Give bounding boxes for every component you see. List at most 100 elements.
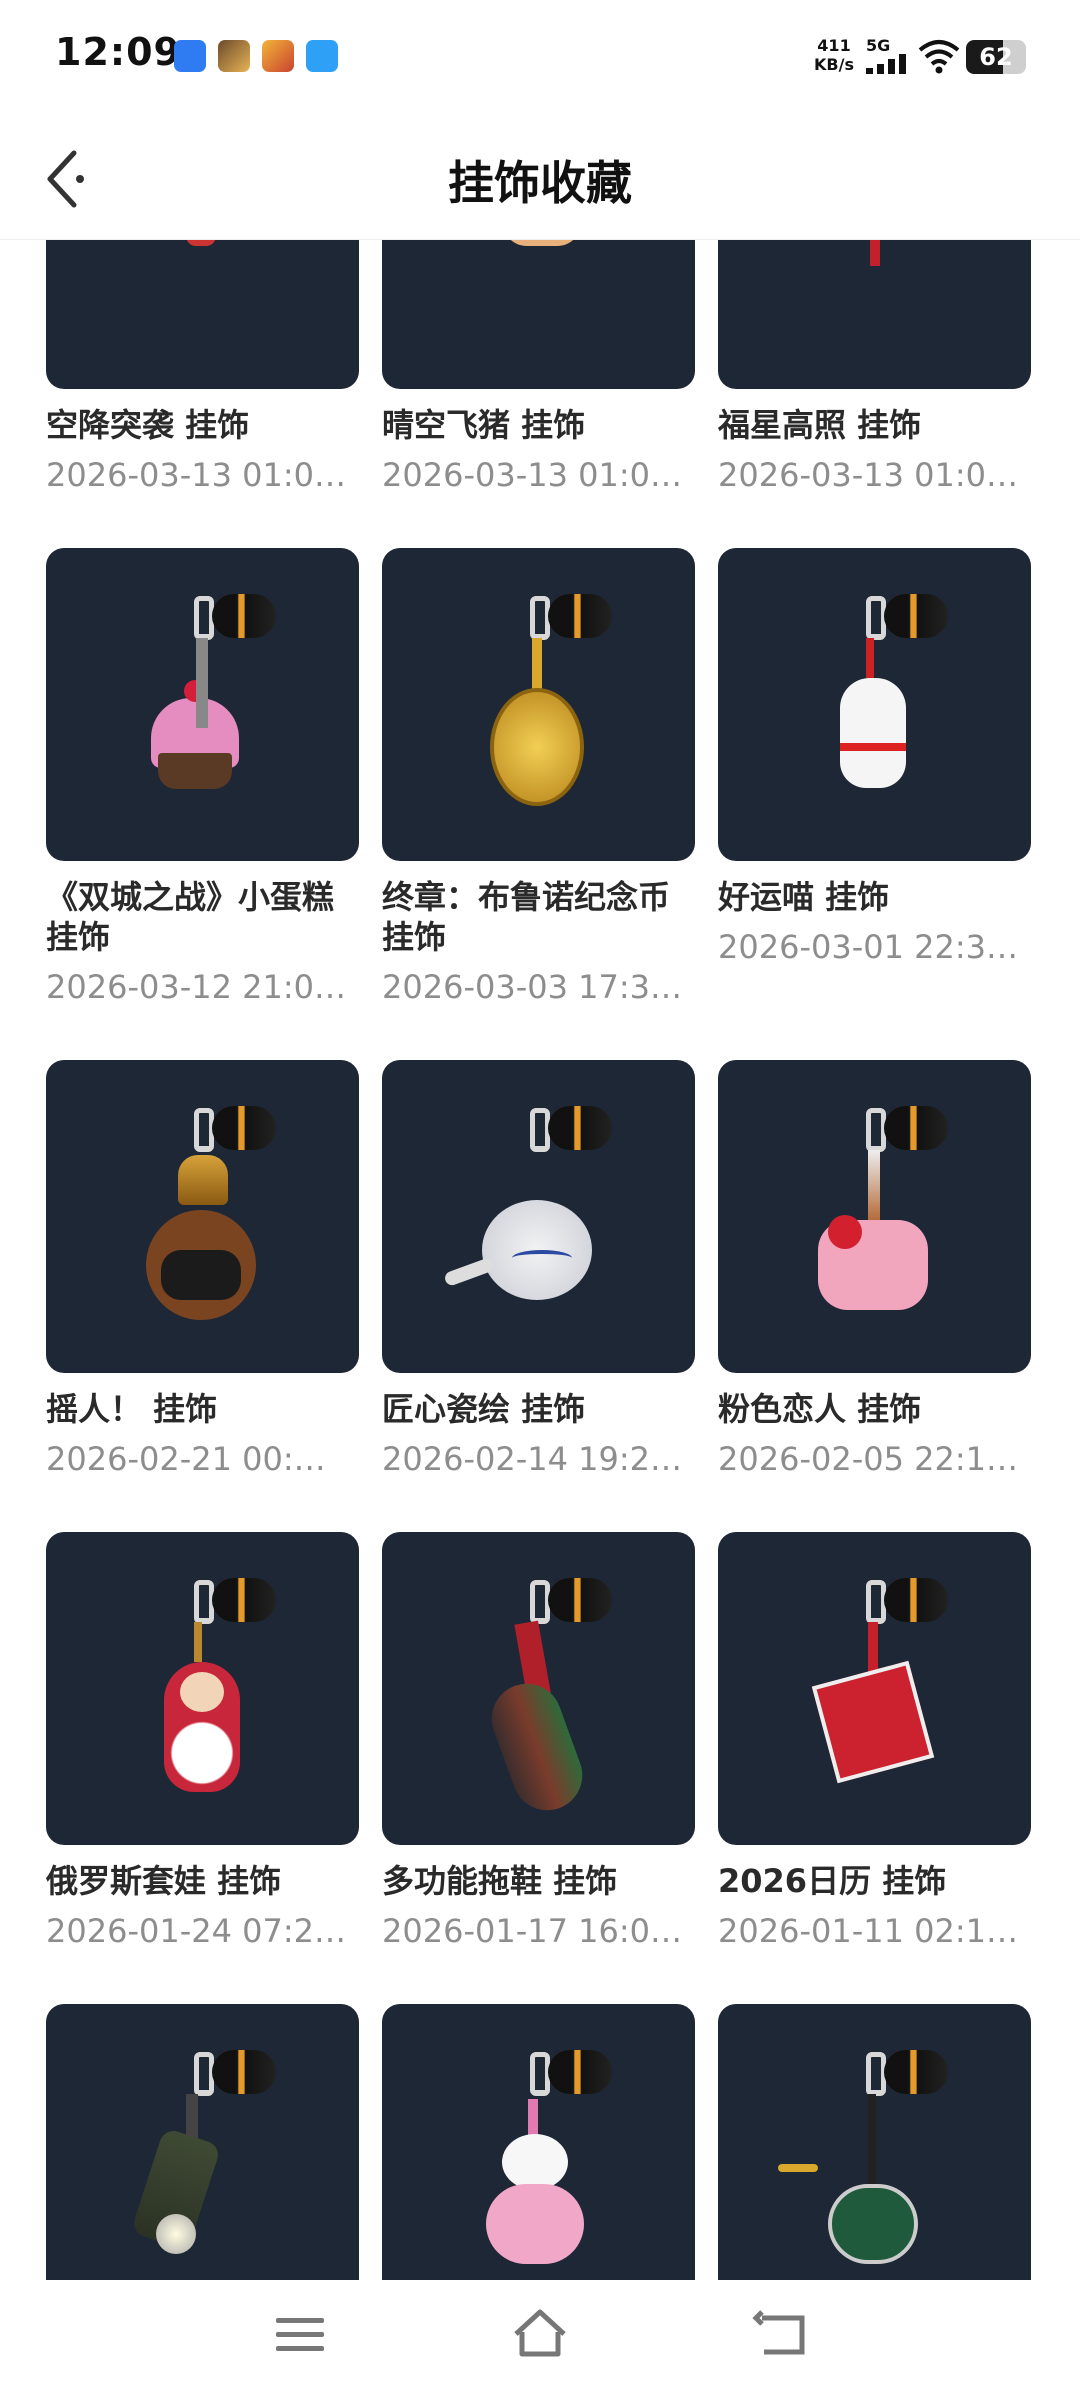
charm-name: 终章：布鲁诺纪念币挂饰: [382, 878, 671, 956]
keyring-clip-icon: [530, 1108, 550, 1152]
screen: 12:09 411 KB/s 5G 62 挂饰收藏 空降突袭 挂饰 2026-0…: [0, 0, 1080, 2400]
charm-thumbnail[interactable]: [382, 1532, 695, 1845]
charm-name: 2026日历 挂饰: [718, 1862, 947, 1900]
charm-thumbnail[interactable]: [382, 2004, 695, 2280]
keyring-clip-icon: [530, 1580, 550, 1624]
charm-card-wrapper: 多功能拖鞋 挂饰 2026-01-17 16:0…: [382, 1532, 695, 2004]
charm-name: 俄罗斯套娃 挂饰: [46, 1862, 282, 1900]
keyring-capsule-icon: [884, 2050, 948, 2094]
menu-icon[interactable]: [270, 2304, 330, 2364]
charm-name: 多功能拖鞋 挂饰: [382, 1862, 618, 1900]
charm-card-wrapper: 粉粉雪人 挂饰: [382, 2004, 695, 2280]
signal-icon: [866, 54, 906, 74]
charm-card-wrapper: 粉色恋人 挂饰 2026-02-05 22:1…: [718, 1060, 1031, 1532]
status-time: 12:09: [55, 30, 181, 74]
charm-thumbnail[interactable]: [718, 1060, 1031, 1373]
charm-card[interactable]: 《双城之战》小蛋糕挂饰 2026-03-12 21:0…: [46, 548, 359, 1060]
charm-name: 好运喵 挂饰: [718, 878, 890, 916]
home-icon[interactable]: [510, 2304, 570, 2364]
charm-thumbnail[interactable]: [718, 548, 1031, 861]
keyring-clip-icon: [866, 1108, 886, 1152]
charm-date: 2026-03-01 22:3…: [718, 928, 1018, 966]
charm-card[interactable]: 福星高照 挂饰 2026-03-13 01:0…: [718, 240, 1031, 548]
charm-name: 晴空飞猪 挂饰: [382, 406, 586, 444]
status-bar: 12:09 411 KB/s 5G 62: [0, 0, 1080, 115]
charm-collection-list[interactable]: 空降突袭 挂饰 2026-03-13 01:0… 晴空飞猪 挂饰 2026-03-13…: [0, 240, 1080, 2280]
keyring-capsule-icon: [884, 1578, 948, 1622]
baidu-app-icon: [174, 40, 206, 72]
charm-date: 2026-02-05 22:1…: [718, 1440, 1018, 1478]
charm-name: 《双城之战》小蛋糕挂饰: [46, 878, 335, 956]
charm-date: 2026-01-24 07:2…: [46, 1912, 346, 1950]
charm-name: 福星高照 挂饰: [718, 406, 922, 444]
charm-card-wrapper: 福星高照 挂饰 2026-03-13 01:0…: [718, 240, 1031, 548]
charm-card-wrapper: 好运喵 挂饰 2026-03-01 22:3…: [718, 548, 1031, 1060]
charm-date: 2026-03-13 01:0…: [718, 456, 1018, 494]
keyring-clip-icon: [866, 2052, 886, 2096]
charm-card[interactable]: 终章：布鲁诺纪念币挂饰 2026-03-03 17:3…: [382, 548, 695, 1060]
charm-thumbnail[interactable]: [46, 1060, 359, 1373]
charm-card[interactable]: 空降突袭 挂饰 2026-03-13 01:0…: [46, 240, 359, 548]
keyring-clip-icon: [194, 596, 214, 640]
game-app-icon: [218, 40, 250, 72]
charm-date: 2026-02-14 19:2…: [382, 1440, 682, 1478]
charm-name: 粉色恋人 挂饰: [718, 1390, 922, 1428]
charm-card[interactable]: 匠心瓷绘 挂饰 2026-02-14 19:2…: [382, 1060, 695, 1532]
charm-name: 匠心瓷绘 挂饰: [382, 1390, 586, 1428]
battery-level: 62: [979, 43, 1013, 71]
charm-thumbnail[interactable]: [718, 2004, 1031, 2280]
network-type: 5G: [866, 36, 891, 55]
page-title: 挂饰收藏: [448, 156, 632, 210]
keyring-capsule-icon: [548, 1106, 612, 1150]
keyring-clip-icon: [194, 1580, 214, 1624]
charm-thumbnail[interactable]: [46, 548, 359, 861]
charm-card[interactable]: 老哥摇滚 挂饰: [718, 2004, 1031, 2280]
charm-thumbnail[interactable]: [382, 548, 695, 861]
return-icon[interactable]: [750, 2304, 810, 2364]
keyring-capsule-icon: [884, 1106, 948, 1150]
charm-card[interactable]: 多功能拖鞋 挂饰 2026-01-17 16:0…: [382, 1532, 695, 2004]
net-speed-value: 411: [817, 36, 851, 55]
charm-grid: 空降突袭 挂饰 2026-03-13 01:0… 晴空飞猪 挂饰 2026-03-13…: [46, 240, 1036, 2280]
charm-thumbnail[interactable]: [382, 240, 695, 389]
charm-date: 2026-03-13 01:0…: [46, 456, 346, 494]
charm-card[interactable]: 粉粉雪人 挂饰: [382, 2004, 695, 2280]
keyring-capsule-icon: [212, 2050, 276, 2094]
charm-card[interactable]: 粉色恋人 挂饰 2026-02-05 22:1…: [718, 1060, 1031, 1532]
keyring-clip-icon: [194, 1108, 214, 1152]
keyring-capsule-icon: [884, 594, 948, 638]
charm-thumbnail[interactable]: [46, 2004, 359, 2280]
keyring-capsule-icon: [212, 594, 276, 638]
net-speed: 411 KB/s: [808, 36, 860, 74]
battery-icon: 62: [966, 40, 1026, 74]
system-nav-bar: [0, 2280, 1080, 2400]
charm-card[interactable]: 俄罗斯套娃 挂饰 2026-01-24 07:2…: [46, 1532, 359, 2004]
keyring-capsule-icon: [548, 1578, 612, 1622]
charm-thumbnail[interactable]: [46, 240, 359, 389]
charm-card[interactable]: 超亮手电筒 挂饰: [46, 2004, 359, 2280]
keyring-capsule-icon: [548, 594, 612, 638]
charm-card-wrapper: 2026日历 挂饰 2026-01-11 02:1…: [718, 1532, 1031, 2004]
charm-thumbnail[interactable]: [718, 1532, 1031, 1845]
charm-thumbnail[interactable]: [46, 1532, 359, 1845]
net-speed-unit: KB/s: [814, 55, 854, 74]
charm-card[interactable]: 2026日历 挂饰 2026-01-11 02:1…: [718, 1532, 1031, 2004]
game-app-icon-2: [262, 40, 294, 72]
wifi-icon: [918, 40, 960, 74]
charm-card-wrapper: 终章：布鲁诺纪念币挂饰 2026-03-03 17:3…: [382, 548, 695, 1060]
charm-card[interactable]: 晴空飞猪 挂饰 2026-03-13 01:0…: [382, 240, 695, 548]
charm-card-wrapper: 俄罗斯套娃 挂饰 2026-01-24 07:2…: [46, 1532, 359, 2004]
keyring-capsule-icon: [212, 1578, 276, 1622]
charm-thumbnail[interactable]: [718, 240, 1031, 389]
charm-thumbnail[interactable]: [382, 1060, 695, 1373]
charm-date: 2026-03-12 21:0…: [46, 968, 346, 1006]
keyring-capsule-icon: [548, 2050, 612, 2094]
charm-card[interactable]: 好运喵 挂饰 2026-03-01 22:3…: [718, 548, 1031, 1060]
charm-card[interactable]: 摇人！ 挂饰 2026-02-21 00:…: [46, 1060, 359, 1532]
keyring-clip-icon: [866, 1580, 886, 1624]
charm-card-wrapper: 匠心瓷绘 挂饰 2026-02-14 19:2…: [382, 1060, 695, 1532]
keyring-clip-icon: [866, 596, 886, 640]
feather-app-icon: [306, 40, 338, 72]
charm-date: 2026-02-21 00:…: [46, 1440, 326, 1478]
charm-date: 2026-03-13 01:0…: [382, 456, 682, 494]
